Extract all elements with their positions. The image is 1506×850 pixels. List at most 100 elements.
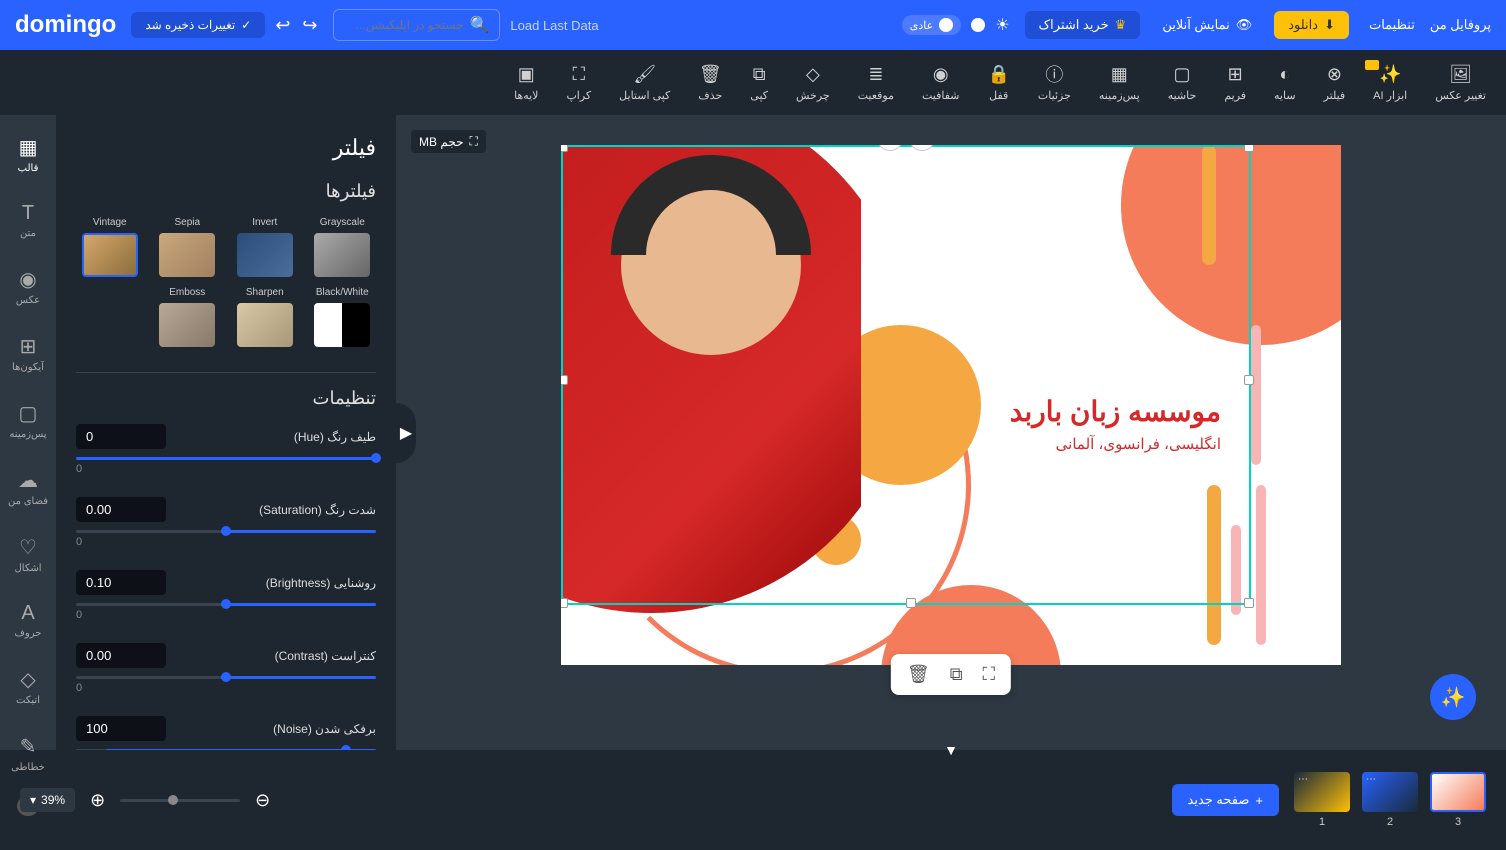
sidetab-حروف[interactable]: Aحروف (10, 597, 47, 644)
tool-موقعیت[interactable]: ≣موقعیت (858, 63, 894, 102)
zoom-value[interactable]: ▾ 39% (20, 788, 75, 812)
slider-track[interactable] (76, 749, 376, 750)
zoom-thumb[interactable] (168, 795, 178, 805)
theme-toggle[interactable] (971, 18, 985, 32)
slider-thumb[interactable] (221, 599, 231, 609)
page-thumb-2[interactable]: ⋯2 (1362, 772, 1418, 828)
sun-icon[interactable]: ☀ (995, 15, 1009, 35)
slider-روشنایی (Brightness): روشنایی (Brightness)0.100 (76, 570, 376, 621)
shape-bar (1251, 325, 1261, 465)
filter-invert[interactable]: Invert (231, 217, 299, 277)
settings-link[interactable]: تنظیمات (1369, 17, 1415, 33)
sidetab-آیکون‌ها[interactable]: ⊞آیکون‌ها (7, 329, 49, 378)
selection-box[interactable]: ✥ ⟳ (561, 145, 1251, 605)
logo[interactable]: domingo (15, 11, 116, 39)
tool-لایه‌ها[interactable]: ▣لایه‌ها (514, 63, 538, 102)
slider-track[interactable] (76, 530, 376, 533)
mode-pill[interactable]: عادی (902, 15, 961, 35)
tool-ابزار AI[interactable]: ✨ابزار AI (1373, 63, 1407, 102)
filter-bw[interactable]: Black/White (309, 287, 377, 347)
preview-button[interactable]: 👁 نمایش آنلاین (1150, 11, 1264, 39)
resize-handle-tl[interactable] (561, 145, 568, 152)
download-button[interactable]: ⬇ دانلود (1274, 11, 1349, 39)
sidetab-اتیکت[interactable]: ◇اتیکت (11, 662, 45, 711)
filter-grayscale[interactable]: Grayscale (309, 217, 377, 277)
zoom-slider[interactable] (120, 799, 240, 802)
magic-button[interactable]: ✨ (1430, 674, 1476, 720)
zoom-out-icon[interactable]: ⊖ (255, 790, 270, 811)
slider-value[interactable]: 100 (76, 716, 166, 741)
tool-جزئیات[interactable]: ⓘجزئیات (1038, 63, 1071, 102)
profile-menu[interactable]: پروفایل من (1430, 17, 1491, 33)
filter-sepia[interactable]: Sepia (154, 217, 222, 277)
sidetab-خطاطی[interactable]: ✎خطاطی (6, 729, 50, 778)
tool-پس‌زمینه[interactable]: ▦پس‌زمینه (1099, 63, 1140, 102)
slider-value[interactable]: 0.00 (76, 643, 166, 668)
new-page-button[interactable]: صفحه جدید + (1172, 784, 1279, 816)
slider-thumb[interactable] (221, 526, 231, 536)
size-badge[interactable]: ⛶ حجم MB (411, 130, 486, 153)
slider-thumb[interactable] (341, 745, 351, 750)
sidetab-فضای من[interactable]: ☁فضای من (3, 463, 53, 512)
resize-handle-r[interactable] (1244, 375, 1254, 385)
slider-track[interactable] (76, 676, 376, 679)
sidetab-icon: ▢ (19, 401, 38, 426)
sidetab-label: متن (20, 228, 36, 239)
slider-thumb[interactable] (371, 453, 381, 463)
sidetab-عکس[interactable]: ◉عکس (11, 262, 45, 311)
move-handle[interactable]: ✥ (909, 145, 935, 151)
load-data-button[interactable]: Load Last Data (510, 18, 598, 33)
slider-label: شدت رنگ (Saturation) (259, 503, 376, 517)
tool-icon: 🖌 (633, 63, 656, 85)
expand-panel-button[interactable]: ▶ (396, 403, 416, 463)
redo-button[interactable]: ↪ (302, 15, 317, 36)
filter-sharpen[interactable]: Sharpen (231, 287, 299, 347)
tool-label: سایه (1274, 89, 1296, 102)
slider-value[interactable]: 0.00 (76, 497, 166, 522)
filter-vintage[interactable]: Vintage (76, 217, 144, 277)
tool-فیلتر[interactable]: ⊗فیلتر (1324, 63, 1346, 102)
crop-icon[interactable]: ⛶ (983, 664, 996, 685)
resize-handle-l[interactable] (561, 375, 568, 385)
resize-handle-bl[interactable] (561, 598, 568, 608)
zoom-in-icon[interactable]: ⊕ (90, 790, 105, 811)
tool-حذف[interactable]: 🗑حذف (698, 63, 722, 102)
slider-value[interactable]: 0.10 (76, 570, 166, 595)
delete-icon[interactable]: 🗑 (907, 664, 930, 685)
canvas-area[interactable]: ⛶ حجم MB موسسه زبان باربد انگلیسی، فرانس… (396, 115, 1506, 750)
resize-handle-br[interactable] (1244, 598, 1254, 608)
resize-handle-b[interactable] (906, 598, 916, 608)
sidetab-قالب[interactable]: ▦قالب (13, 130, 44, 179)
subscription-button[interactable]: ♛ خرید اشتراک (1025, 11, 1141, 39)
slider-track[interactable] (76, 603, 376, 606)
page-thumb-3[interactable]: ⋯3 (1430, 772, 1486, 828)
tool-تغییر عکس[interactable]: 🖼تغییر عکس (1435, 63, 1486, 102)
tool-label: حاشیه (1168, 89, 1197, 102)
page-thumb-1[interactable]: ⋯1 (1294, 772, 1350, 828)
tool-کراپ[interactable]: ⛶کراپ (566, 63, 591, 102)
slider-track[interactable] (76, 457, 376, 460)
tool-کپی استایل[interactable]: 🖌کپی استایل (619, 63, 670, 102)
collapse-button[interactable]: ▼ (944, 742, 958, 758)
sidetab-پس‌زمینه[interactable]: ▢پس‌زمینه (4, 396, 51, 445)
search-input[interactable] (344, 18, 464, 32)
tool-حاشیه[interactable]: ▢حاشیه (1168, 63, 1197, 102)
search-box[interactable]: 🔍 (333, 9, 501, 41)
tool-قفل[interactable]: 🔒قفل (988, 63, 1010, 102)
copy-icon[interactable]: ⧉ (950, 664, 963, 685)
tool-سایه[interactable]: ◐سایه (1274, 63, 1296, 102)
tool-چرخش[interactable]: ◇چرخش (796, 63, 830, 102)
slider-thumb[interactable] (221, 672, 231, 682)
tool-شفافیت[interactable]: ◉شفافیت (922, 63, 960, 102)
filter-emboss[interactable]: Emboss (154, 287, 222, 347)
rotate-handle[interactable]: ⟳ (877, 145, 903, 151)
resize-handle-tr[interactable] (1244, 145, 1254, 152)
slider-value[interactable]: 0 (76, 424, 166, 449)
sidetab-متن[interactable]: Tمتن (15, 197, 41, 244)
download-icon: ⬇ (1324, 17, 1335, 33)
undo-button[interactable]: ↩ (275, 15, 290, 36)
tool-کپی[interactable]: ⧉کپی (750, 63, 768, 102)
canvas[interactable]: موسسه زبان باربد انگلیسی، فرانسوی، آلمان… (561, 145, 1341, 665)
sidetab-اشکال[interactable]: ♡اشکال (10, 530, 47, 579)
tool-فریم[interactable]: ⊞فریم (1224, 63, 1246, 102)
